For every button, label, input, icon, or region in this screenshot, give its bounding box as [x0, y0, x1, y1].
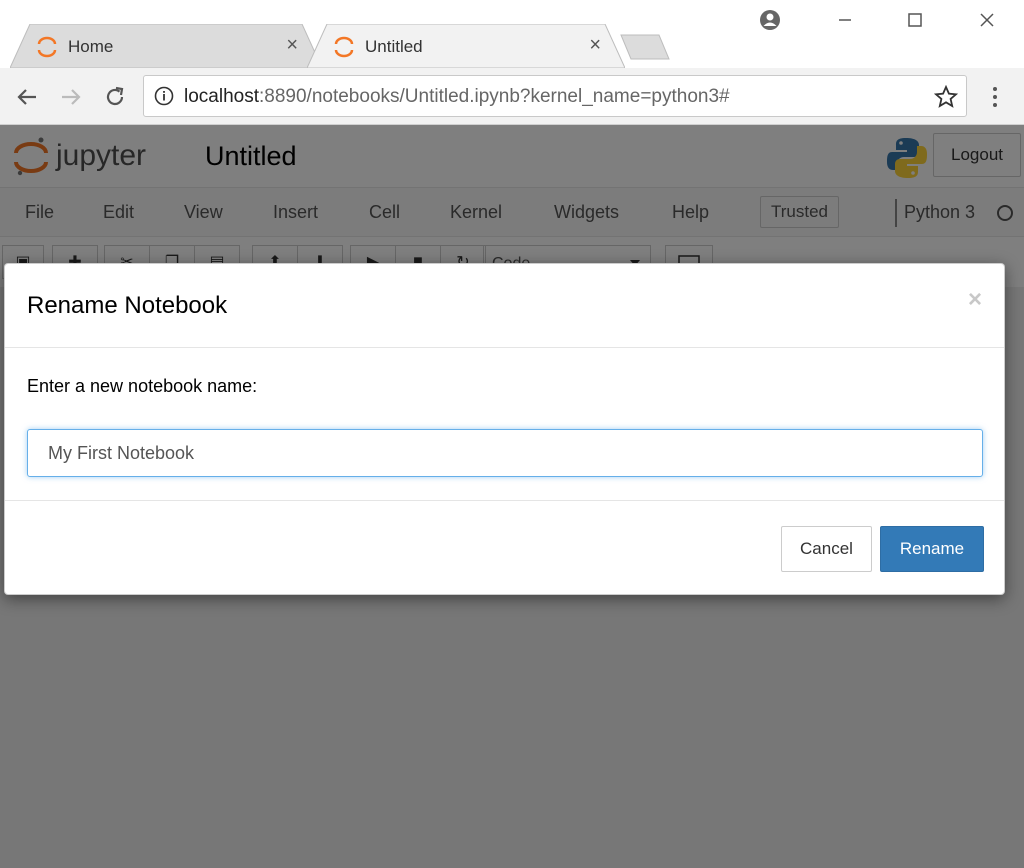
address-bar[interactable]: localhost:8890/notebooks/Untitled.ipynb?… — [143, 75, 967, 117]
account-icon[interactable] — [755, 6, 785, 34]
modal-header: Rename Notebook × — [5, 264, 1004, 348]
maximize-icon[interactable] — [900, 6, 930, 34]
modal-body: Enter a new notebook name: — [5, 348, 1004, 501]
url-path: :8890/notebooks/Untitled.ipynb?kernel_na… — [259, 86, 730, 107]
url-host: localhost — [184, 86, 259, 107]
browser-tab-untitled[interactable]: Untitled × — [307, 24, 625, 68]
cancel-button[interactable]: Cancel — [781, 526, 872, 572]
close-tab-icon[interactable]: × — [589, 34, 601, 57]
jupyter-favicon-icon — [334, 36, 354, 58]
rename-notebook-dialog: Rename Notebook × Enter a new notebook n… — [4, 263, 1005, 595]
browser-tab-home[interactable]: Home × — [10, 24, 322, 68]
close-tab-icon[interactable]: × — [286, 34, 298, 57]
tab-title: Home — [68, 37, 114, 56]
notebook-name-input[interactable] — [27, 429, 983, 477]
url-text: localhost:8890/notebooks/Untitled.ipynb?… — [184, 86, 730, 108]
minimize-icon[interactable] — [830, 6, 860, 34]
browser-menu-icon[interactable] — [984, 82, 1006, 112]
bookmark-star-icon[interactable] — [934, 85, 958, 109]
close-icon[interactable]: × — [968, 286, 982, 314]
reload-icon[interactable] — [100, 82, 130, 112]
rename-button[interactable]: Rename — [880, 526, 984, 572]
modal-title: Rename Notebook — [27, 292, 228, 319]
notebook-name-label: Enter a new notebook name: — [27, 376, 258, 396]
jupyter-favicon-icon — [37, 36, 57, 58]
modal-footer: Cancel Rename — [5, 501, 1004, 596]
window-close-icon[interactable] — [972, 6, 1002, 34]
back-arrow-icon[interactable] — [12, 82, 42, 112]
browser-tabstrip: Home × Untitled × — [0, 0, 1024, 68]
forward-arrow-icon[interactable] — [56, 82, 86, 112]
new-tab-button[interactable] — [619, 34, 671, 60]
tab-title: Untitled — [365, 37, 423, 56]
info-icon[interactable] — [154, 86, 174, 106]
browser-toolbar: localhost:8890/notebooks/Untitled.ipynb?… — [0, 68, 1024, 125]
